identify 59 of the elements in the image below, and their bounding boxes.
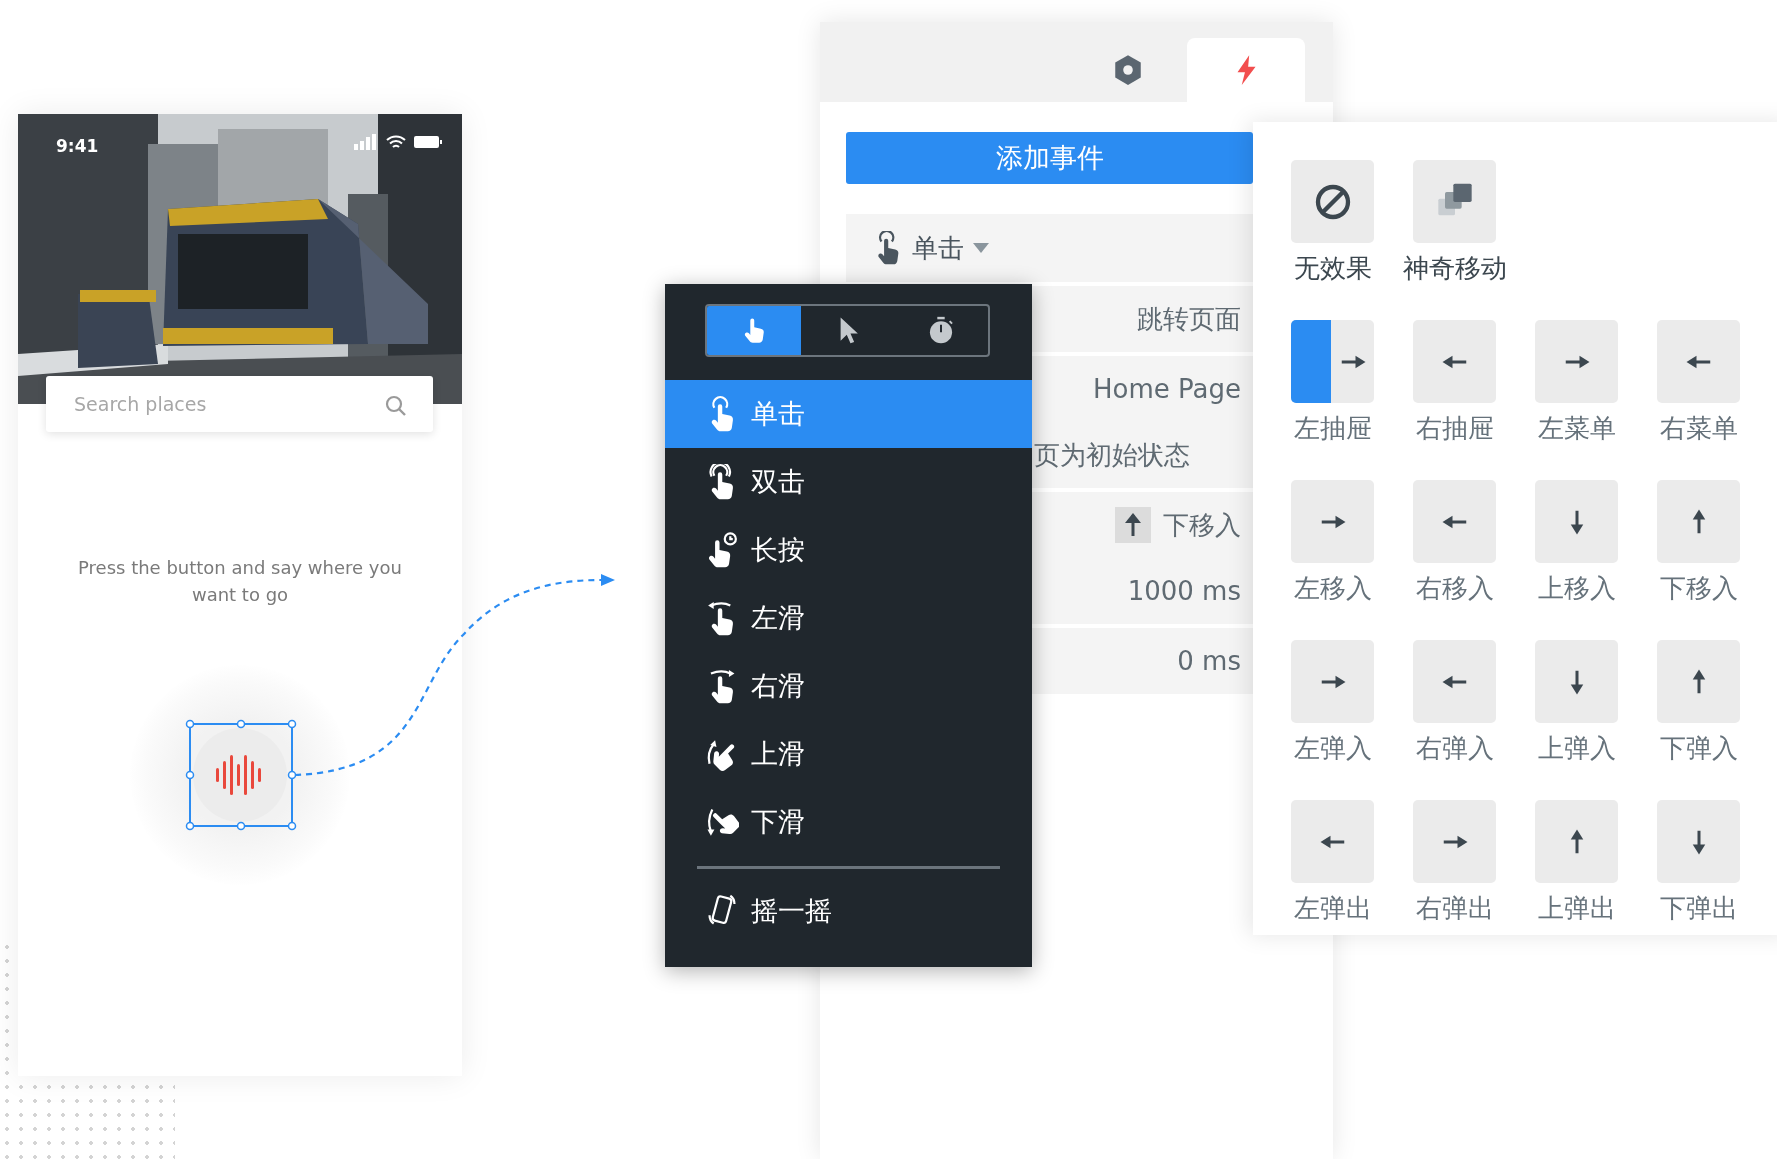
duration-value: 1000 ms <box>1126 574 1242 608</box>
effect-tile[interactable] <box>1535 320 1618 403</box>
gesture-option[interactable]: 摇一摇 <box>665 877 1032 945</box>
effect-tile[interactable] <box>1657 480 1740 563</box>
target-page: Home Page <box>1092 372 1242 406</box>
mode-switch[interactable] <box>705 304 990 357</box>
gesture-option[interactable]: 左滑 <box>665 584 1032 652</box>
gesture-option[interactable]: 长按 <box>665 516 1032 584</box>
effect-label: 下弹出 <box>1659 892 1738 925</box>
effect-tile[interactable] <box>1291 320 1374 403</box>
effect-label: 上移入 <box>1537 572 1616 605</box>
reset-option: 页为初始状态 <box>1034 422 1253 488</box>
effect-tile[interactable] <box>1535 640 1618 723</box>
effect-label: 右弹入 <box>1415 732 1494 765</box>
gesture-option[interactable]: 上滑 <box>665 720 1032 788</box>
effect-tile[interactable] <box>1291 480 1374 563</box>
effect-tile[interactable] <box>1291 160 1374 243</box>
effect-tile[interactable] <box>1657 800 1740 883</box>
effect-label: 无效果 <box>1293 252 1372 285</box>
effect-label: 右抽屉 <box>1415 412 1494 445</box>
effect-label: 上弹入 <box>1537 732 1616 765</box>
gesture-option[interactable]: 双击 <box>665 448 1032 516</box>
effect-label: 下移入 <box>1659 572 1738 605</box>
battery-icon <box>414 135 442 149</box>
search-field[interactable]: Search places <box>46 376 433 432</box>
effect-label: 左移入 <box>1293 572 1372 605</box>
effect-label: 左菜单 <box>1537 412 1616 445</box>
effect-label: 上弹出 <box>1537 892 1616 925</box>
gesture-option[interactable]: 右滑 <box>665 652 1032 720</box>
effect-label: 下弹入 <box>1659 732 1738 765</box>
effect-label: 神奇移动 <box>1402 252 1507 285</box>
signal-icon <box>354 134 378 150</box>
effect-tile[interactable] <box>1413 480 1496 563</box>
wifi-icon <box>386 134 406 150</box>
effect-tile[interactable] <box>1291 640 1374 723</box>
effect-tile[interactable] <box>1535 800 1618 883</box>
caret-icon <box>972 242 990 254</box>
effect-label: 右菜单 <box>1659 412 1738 445</box>
voice-button[interactable] <box>193 728 287 822</box>
status-time: 9:41 <box>56 135 99 158</box>
hint-text: Press the button and say where you want to go <box>77 556 403 607</box>
effect-label: 右弹出 <box>1415 892 1494 925</box>
delay-value: 0 ms <box>1176 644 1242 678</box>
effect-tile[interactable] <box>1413 160 1496 243</box>
effect-tile[interactable] <box>1413 800 1496 883</box>
effect-label: 右移入 <box>1415 572 1494 605</box>
effect-tile[interactable] <box>1535 480 1618 563</box>
effect-label: 左弹出 <box>1293 892 1372 925</box>
effect-tile[interactable] <box>1413 640 1496 723</box>
gesture-option[interactable]: 下滑 <box>665 788 1032 856</box>
effect-tile[interactable] <box>1657 640 1740 723</box>
effect-label: 左抽屉 <box>1293 412 1372 445</box>
animation-value: 下移入 <box>1163 508 1241 542</box>
action-value: 跳转页面 <box>1136 302 1242 336</box>
search-icon[interactable] <box>384 394 408 418</box>
effect-tile[interactable] <box>1291 800 1374 883</box>
effect-tile[interactable] <box>1657 320 1740 403</box>
effect-label: 左弹入 <box>1293 732 1372 765</box>
effect-tile[interactable] <box>1413 320 1496 403</box>
